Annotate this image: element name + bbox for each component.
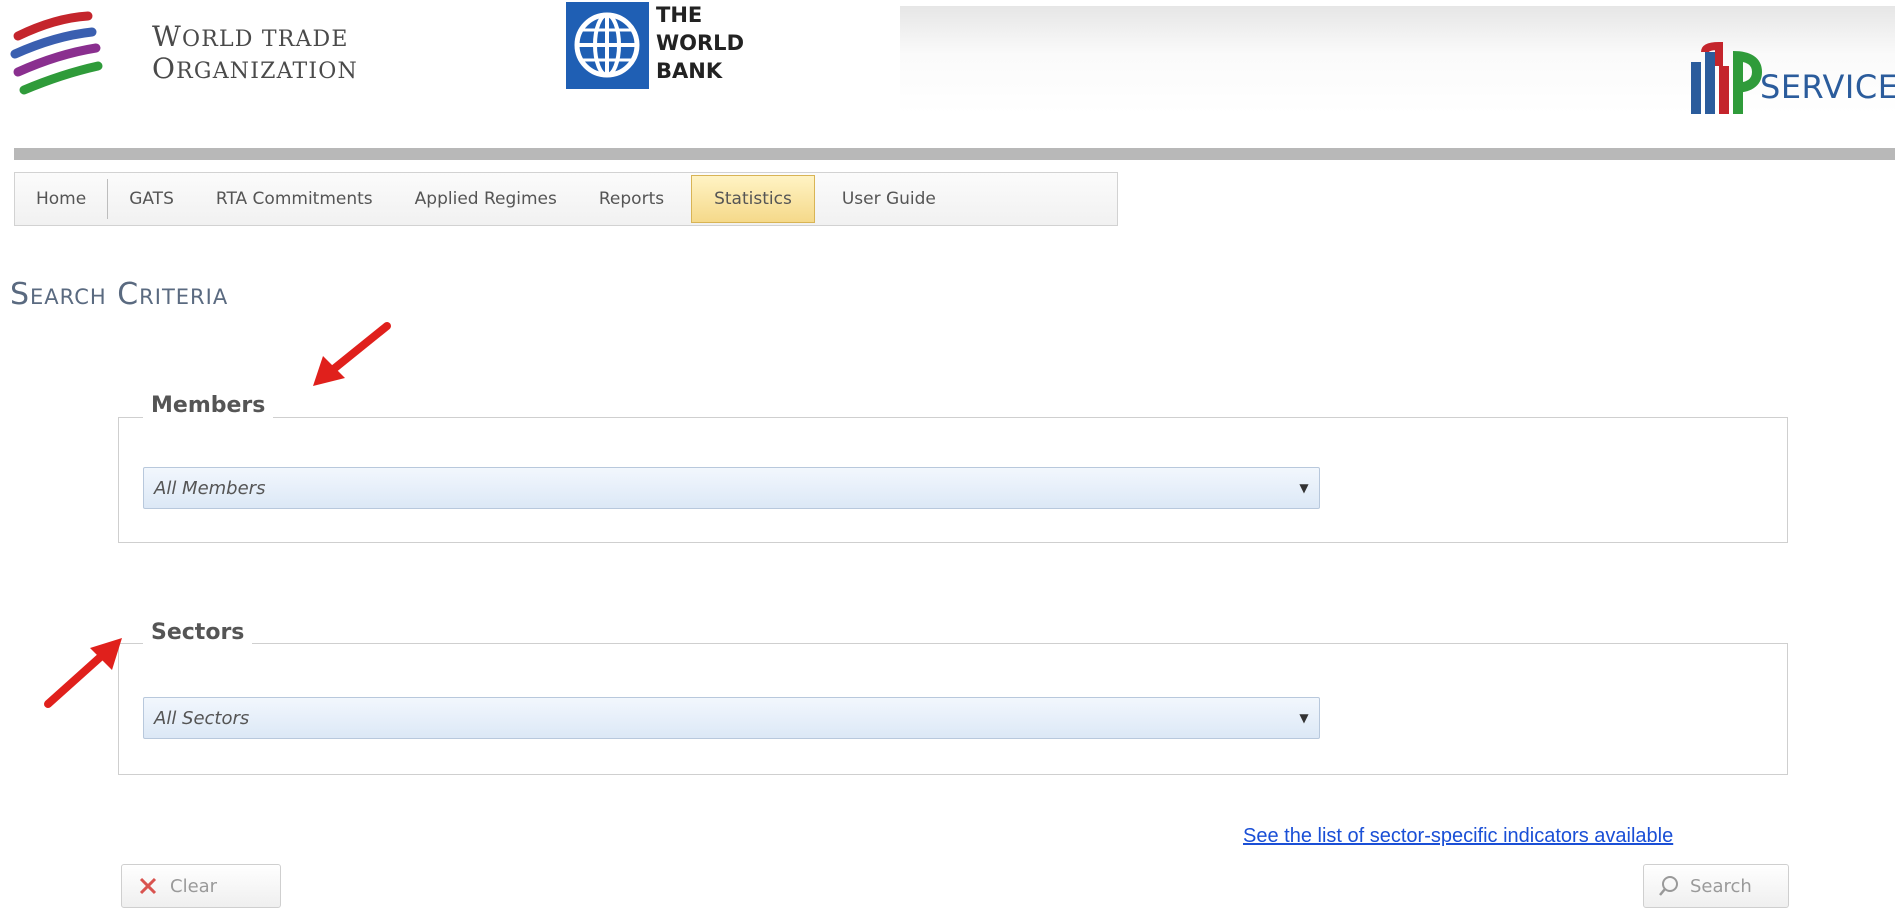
search-button-label: Search [1690, 875, 1752, 897]
members-select-value: All Members [154, 477, 266, 499]
nav-statistics[interactable]: Statistics [691, 175, 815, 223]
nav-reports[interactable]: Reports [578, 174, 685, 224]
wto-wordmark: WORLD TRADE ORGANIZATION [152, 20, 358, 85]
header-divider [14, 148, 1895, 160]
world-bank-wordmark: THE WORLD BANK [656, 3, 744, 83]
sectors-legend: Sectors [143, 620, 253, 645]
sectors-select-value: All Sectors [154, 707, 250, 729]
itip-logo-icon [1685, 41, 1770, 124]
chevron-down-icon: ▼ [1299, 711, 1309, 725]
nav-gats[interactable]: GATS [108, 174, 195, 224]
magnifier-icon [1658, 875, 1680, 897]
nav-rta-commitments[interactable]: RTA Commitments [195, 174, 394, 224]
clear-button-label: Clear [170, 875, 218, 897]
red-arrow-icon [40, 632, 130, 716]
sectors-select[interactable]: All Sectors ▼ [143, 697, 1320, 739]
members-legend: Members [143, 393, 274, 418]
sector-indicators-link[interactable]: See the list of sector-specific indicato… [1243, 825, 1673, 848]
wto-logo [10, 6, 105, 106]
x-icon [138, 876, 158, 896]
nav-applied-regimes[interactable]: Applied Regimes [394, 174, 578, 224]
search-button[interactable]: Search [1643, 864, 1789, 908]
world-bank-logo [566, 2, 649, 89]
red-arrow-icon [305, 320, 395, 394]
clear-button[interactable]: Clear [121, 864, 281, 908]
main-nav: Home GATS RTA Commitments Applied Regime… [14, 172, 1118, 226]
page-title: Search Criteria [10, 277, 229, 312]
nav-home[interactable]: Home [15, 174, 107, 224]
members-select[interactable]: All Members ▼ [143, 467, 1320, 509]
itip-wordmark: SERVICES [1760, 68, 1895, 106]
nav-user-guide[interactable]: User Guide [821, 174, 957, 224]
chevron-down-icon: ▼ [1299, 481, 1309, 495]
